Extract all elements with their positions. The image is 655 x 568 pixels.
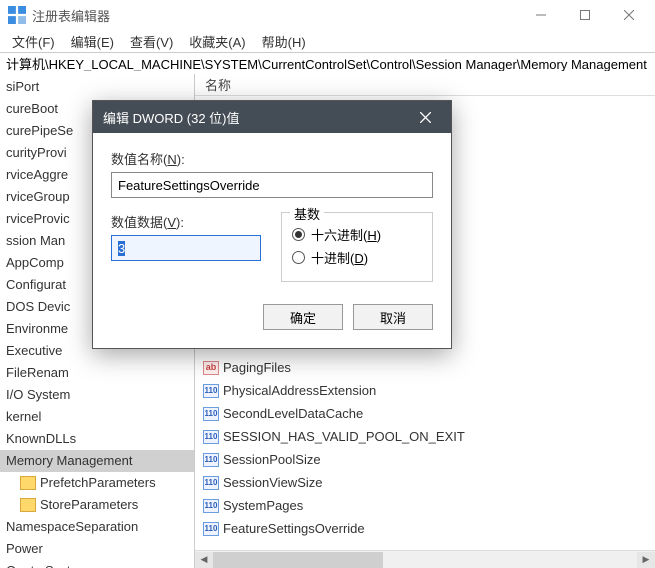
value-row[interactable]: 110 SESSION_HAS_VALID_POOL_ON_EXIT xyxy=(195,425,655,448)
value-name: PhysicalAddressExtension xyxy=(223,381,376,400)
tree-item[interactable]: Memory Management xyxy=(0,450,194,472)
value-name: SESSION_HAS_VALID_POOL_ON_EXIT xyxy=(223,427,465,446)
menu-favorites[interactable]: 收藏夹(A) xyxy=(181,30,253,53)
cancel-button[interactable]: 取消 xyxy=(353,304,433,330)
dialog-title: 编辑 DWORD (32 位)值 xyxy=(103,108,409,127)
value-name-label: 数值名称(N): xyxy=(111,149,433,168)
window-buttons xyxy=(519,0,651,30)
path-input[interactable] xyxy=(6,56,649,71)
dword-value-icon: 110 xyxy=(203,499,219,513)
tree-item[interactable]: NamespaceSeparation xyxy=(0,516,194,538)
dword-value-icon: 110 xyxy=(203,407,219,421)
dialog-title-bar[interactable]: 编辑 DWORD (32 位)值 xyxy=(93,101,451,133)
value-name: FeatureSettingsOverride xyxy=(223,519,365,538)
tree-item[interactable]: Quota System xyxy=(0,560,194,568)
tree-item[interactable]: FileRenam xyxy=(0,362,194,384)
regedit-icon xyxy=(8,6,26,24)
address-bar xyxy=(0,52,655,74)
base-legend: 基数 xyxy=(290,204,324,223)
value-row[interactable]: ab PagingFiles xyxy=(195,356,655,379)
tree-item[interactable]: kernel xyxy=(0,406,194,428)
close-button[interactable] xyxy=(607,0,651,30)
radio-hex-button[interactable] xyxy=(292,228,305,241)
radio-dec[interactable]: 十进制(D) xyxy=(292,248,422,267)
horizontal-scrollbar[interactable]: ◀ ▶ xyxy=(195,550,655,568)
value-row[interactable]: 110 SessionPoolSize xyxy=(195,448,655,471)
value-name: SecondLevelDataCache xyxy=(223,404,363,423)
menu-bar: 文件(F) 编辑(E) 查看(V) 收藏夹(A) 帮助(H) xyxy=(0,30,655,52)
value-row[interactable]: 110 FeatureSettingsOverride xyxy=(195,517,655,540)
radio-hex-label: 十六进制(H) xyxy=(311,225,381,244)
value-name: SessionPoolSize xyxy=(223,450,321,469)
ok-button[interactable]: 确定 xyxy=(263,304,343,330)
value-row[interactable]: 110 SystemPages xyxy=(195,494,655,517)
value-name-input[interactable] xyxy=(111,172,433,198)
menu-file[interactable]: 文件(F) xyxy=(4,30,63,53)
value-row[interactable]: 110 PhysicalAddressExtension xyxy=(195,379,655,402)
tree-item[interactable]: StoreParameters xyxy=(0,494,194,516)
dialog-buttons: 确定 取消 xyxy=(111,304,433,330)
scroll-right-button[interactable]: ▶ xyxy=(637,552,655,568)
window-title: 注册表编辑器 xyxy=(32,6,519,25)
value-data-input[interactable] xyxy=(111,235,261,261)
radio-dec-button[interactable] xyxy=(292,251,305,264)
tree-item[interactable]: PrefetchParameters xyxy=(0,472,194,494)
menu-view[interactable]: 查看(V) xyxy=(122,30,181,53)
value-row[interactable]: 110 SessionViewSize xyxy=(195,471,655,494)
dword-value-icon: 110 xyxy=(203,430,219,444)
tree-item[interactable]: Power xyxy=(0,538,194,560)
scroll-left-button[interactable]: ◀ xyxy=(195,552,213,568)
dword-value-icon: 110 xyxy=(203,476,219,490)
radio-dec-label: 十进制(D) xyxy=(311,248,368,267)
value-name: SessionViewSize xyxy=(223,473,322,492)
dword-value-icon: 110 xyxy=(203,522,219,536)
minimize-button[interactable] xyxy=(519,0,563,30)
tree-item[interactable]: I/O System xyxy=(0,384,194,406)
string-value-icon: ab xyxy=(203,361,219,375)
value-name: PagingFiles xyxy=(223,358,291,377)
dword-value-icon: 110 xyxy=(203,384,219,398)
scroll-track[interactable] xyxy=(213,552,637,568)
dialog-body: 数值名称(N): 数值数据(V): 基数 十六进制(H) 十进制(D) xyxy=(93,133,451,348)
value-data-label: 数值数据(V): xyxy=(111,212,261,231)
dialog-close-button[interactable] xyxy=(409,101,441,133)
base-fieldset: 基数 十六进制(H) 十进制(D) xyxy=(281,212,433,282)
menu-edit[interactable]: 编辑(E) xyxy=(63,30,122,53)
column-header-name[interactable]: 名称 xyxy=(195,74,655,96)
value-row[interactable]: 110 SecondLevelDataCache xyxy=(195,402,655,425)
radio-hex[interactable]: 十六进制(H) xyxy=(292,225,422,244)
tree-item[interactable]: siPort xyxy=(0,76,194,98)
edit-dword-dialog: 编辑 DWORD (32 位)值 数值名称(N): 数值数据(V): 基数 十六… xyxy=(92,100,452,349)
menu-help[interactable]: 帮助(H) xyxy=(254,30,314,53)
tree-item[interactable]: KnownDLLs xyxy=(0,428,194,450)
dword-value-icon: 110 xyxy=(203,453,219,467)
value-name: SystemPages xyxy=(223,496,303,515)
scroll-thumb[interactable] xyxy=(213,552,383,568)
title-bar: 注册表编辑器 xyxy=(0,0,655,30)
maximize-button[interactable] xyxy=(563,0,607,30)
